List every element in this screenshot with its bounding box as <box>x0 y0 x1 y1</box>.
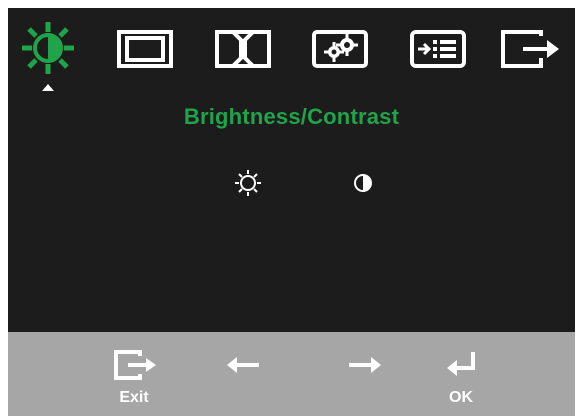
page-title: Brightness/Contrast <box>183 104 400 129</box>
sun-icon <box>233 168 263 198</box>
osd-menu: Brightness/Contrast Exit OK <box>8 8 575 416</box>
exit-hint[interactable]: Exit <box>94 348 174 408</box>
tab-image-setup[interactable] <box>211 20 275 84</box>
tab-options[interactable] <box>406 20 470 84</box>
image-properties-icon <box>308 20 372 76</box>
control-hint-bar: Exit OK <box>8 332 575 416</box>
left-arrow-icon <box>215 348 271 387</box>
tab-brightness-contrast[interactable] <box>16 20 80 84</box>
exit-icon <box>106 348 162 387</box>
options-icon <box>406 20 470 76</box>
contrast-icon <box>348 168 378 198</box>
image-setup-icon <box>211 20 275 76</box>
selected-tab-indicator <box>42 84 54 91</box>
left-hint[interactable] <box>203 348 283 408</box>
enter-icon <box>433 348 489 387</box>
menu-tab-bar <box>8 20 575 84</box>
exit-label: Exit <box>119 389 149 406</box>
brightness-item[interactable] <box>233 168 263 198</box>
tab-image-properties[interactable] <box>308 20 372 84</box>
right-hint[interactable] <box>325 348 405 408</box>
ok-hint[interactable]: OK <box>421 348 501 408</box>
exit-icon <box>497 20 563 76</box>
contrast-item[interactable] <box>348 168 378 198</box>
right-arrow-icon <box>337 348 393 387</box>
brightness-contrast-icon <box>20 20 76 76</box>
tab-image-position[interactable] <box>113 20 177 84</box>
ok-label: OK <box>449 389 473 406</box>
tab-exit[interactable] <box>498 20 562 84</box>
image-position-icon <box>113 20 177 76</box>
